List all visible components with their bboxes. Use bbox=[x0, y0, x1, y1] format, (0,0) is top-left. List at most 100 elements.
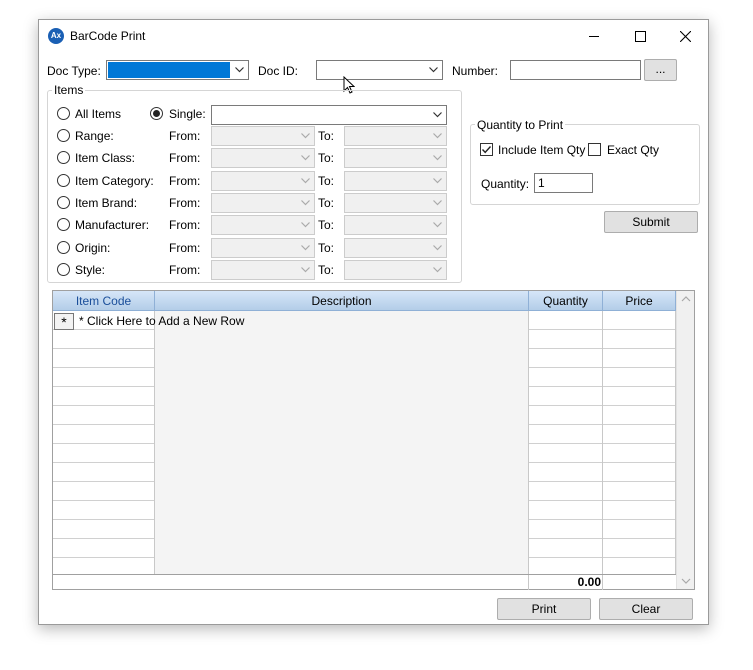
table-row[interactable] bbox=[53, 444, 676, 463]
from-combo[interactable] bbox=[211, 126, 315, 146]
price-cell[interactable] bbox=[603, 444, 676, 463]
price-cell[interactable] bbox=[603, 482, 676, 501]
to-combo[interactable] bbox=[344, 170, 447, 191]
table-row[interactable] bbox=[53, 482, 676, 501]
table-row[interactable] bbox=[53, 387, 676, 406]
new-row-marker[interactable]: * bbox=[54, 313, 74, 330]
table-row[interactable] bbox=[53, 368, 676, 387]
item-code-cell[interactable] bbox=[53, 387, 155, 406]
table-row[interactable] bbox=[53, 501, 676, 520]
chevron-down-icon[interactable] bbox=[429, 172, 446, 190]
price-cell[interactable] bbox=[603, 368, 676, 387]
new-row-text[interactable]: * Click Here to Add a New Row bbox=[79, 314, 244, 328]
from-combo[interactable] bbox=[211, 148, 315, 169]
description-cell[interactable] bbox=[155, 463, 529, 482]
quantity-cell[interactable] bbox=[529, 444, 603, 463]
table-row[interactable] bbox=[53, 406, 676, 425]
clear-button[interactable]: Clear bbox=[599, 598, 693, 620]
item-code-cell[interactable] bbox=[53, 349, 155, 368]
item-code-cell[interactable] bbox=[53, 368, 155, 387]
maximize-button[interactable] bbox=[617, 20, 663, 52]
description-cell[interactable] bbox=[155, 520, 529, 539]
description-cell[interactable] bbox=[155, 425, 529, 444]
item-code-cell[interactable] bbox=[53, 444, 155, 463]
chevron-down-icon[interactable] bbox=[297, 216, 314, 234]
quantity-cell[interactable] bbox=[529, 425, 603, 444]
single-item-combo[interactable] bbox=[211, 105, 447, 125]
all-items-radio[interactable] bbox=[57, 107, 70, 120]
filter-radio[interactable] bbox=[57, 262, 70, 276]
filter-radio[interactable] bbox=[57, 240, 70, 254]
chevron-down-icon[interactable] bbox=[429, 261, 446, 279]
description-cell[interactable] bbox=[155, 368, 529, 387]
chevron-down-icon[interactable] bbox=[297, 194, 314, 212]
quantity-cell[interactable] bbox=[529, 330, 603, 349]
chevron-down-icon[interactable] bbox=[297, 149, 314, 167]
price-cell[interactable] bbox=[603, 425, 676, 444]
chevron-down-icon[interactable] bbox=[429, 149, 446, 167]
single-radio[interactable] bbox=[150, 107, 163, 120]
exact-qty-checkbox[interactable] bbox=[588, 143, 601, 156]
browse-number-button[interactable]: ... bbox=[644, 59, 677, 81]
submit-button[interactable]: Submit bbox=[604, 211, 698, 233]
doc-type-combo[interactable] bbox=[106, 60, 249, 80]
chevron-down-icon[interactable] bbox=[429, 194, 446, 212]
quantity-cell[interactable] bbox=[529, 520, 603, 539]
price-cell[interactable] bbox=[603, 520, 676, 539]
quantity-input[interactable] bbox=[534, 173, 593, 193]
price-cell[interactable] bbox=[603, 539, 676, 558]
description-cell[interactable] bbox=[155, 482, 529, 501]
description-cell[interactable] bbox=[155, 501, 529, 520]
price-cell[interactable] bbox=[603, 501, 676, 520]
filter-radio[interactable] bbox=[57, 195, 70, 209]
column-header-price[interactable]: Price bbox=[603, 291, 676, 311]
description-cell[interactable] bbox=[155, 387, 529, 406]
quantity-cell[interactable] bbox=[529, 482, 603, 501]
item-code-cell[interactable] bbox=[53, 330, 155, 349]
chevron-down-icon[interactable] bbox=[297, 239, 314, 257]
chevron-down-icon[interactable] bbox=[297, 172, 314, 190]
chevron-down-icon[interactable] bbox=[297, 261, 314, 279]
item-code-cell[interactable] bbox=[53, 520, 155, 539]
quantity-cell[interactable] bbox=[529, 463, 603, 482]
chevron-down-icon[interactable] bbox=[429, 106, 446, 124]
filter-radio[interactable] bbox=[57, 173, 70, 187]
description-cell[interactable] bbox=[155, 539, 529, 558]
chevron-down-icon[interactable] bbox=[425, 61, 442, 79]
to-combo[interactable] bbox=[344, 259, 447, 280]
item-code-cell[interactable] bbox=[53, 406, 155, 425]
grid-vertical-scrollbar[interactable] bbox=[676, 291, 694, 589]
item-code-cell[interactable] bbox=[53, 425, 155, 444]
price-cell[interactable] bbox=[603, 406, 676, 425]
item-code-cell[interactable] bbox=[53, 482, 155, 501]
minimize-button[interactable] bbox=[571, 20, 617, 52]
from-combo[interactable] bbox=[211, 237, 315, 258]
price-cell[interactable] bbox=[603, 387, 676, 406]
table-row[interactable] bbox=[53, 349, 676, 368]
table-row[interactable] bbox=[53, 463, 676, 482]
description-cell[interactable] bbox=[155, 330, 529, 349]
price-cell[interactable] bbox=[603, 311, 676, 330]
quantity-cell[interactable] bbox=[529, 368, 603, 387]
column-header-item-code[interactable]: Item Code bbox=[53, 291, 155, 311]
quantity-cell[interactable] bbox=[529, 539, 603, 558]
item-code-cell[interactable] bbox=[53, 501, 155, 520]
table-row[interactable] bbox=[53, 330, 676, 349]
table-row[interactable] bbox=[53, 425, 676, 444]
filter-radio[interactable] bbox=[57, 129, 70, 142]
column-header-description[interactable]: Description bbox=[155, 291, 529, 311]
to-combo[interactable] bbox=[344, 237, 447, 258]
quantity-cell[interactable] bbox=[529, 406, 603, 425]
to-combo[interactable] bbox=[344, 126, 447, 146]
price-cell[interactable] bbox=[603, 330, 676, 349]
chevron-down-icon[interactable] bbox=[429, 239, 446, 257]
table-row[interactable] bbox=[53, 539, 676, 558]
quantity-cell[interactable] bbox=[529, 349, 603, 368]
quantity-cell[interactable] bbox=[529, 311, 603, 330]
description-cell[interactable] bbox=[155, 349, 529, 368]
to-combo[interactable] bbox=[344, 215, 447, 236]
item-code-cell[interactable] bbox=[53, 539, 155, 558]
price-cell[interactable] bbox=[603, 463, 676, 482]
print-button[interactable]: Print bbox=[497, 598, 591, 620]
from-combo[interactable] bbox=[211, 192, 315, 213]
